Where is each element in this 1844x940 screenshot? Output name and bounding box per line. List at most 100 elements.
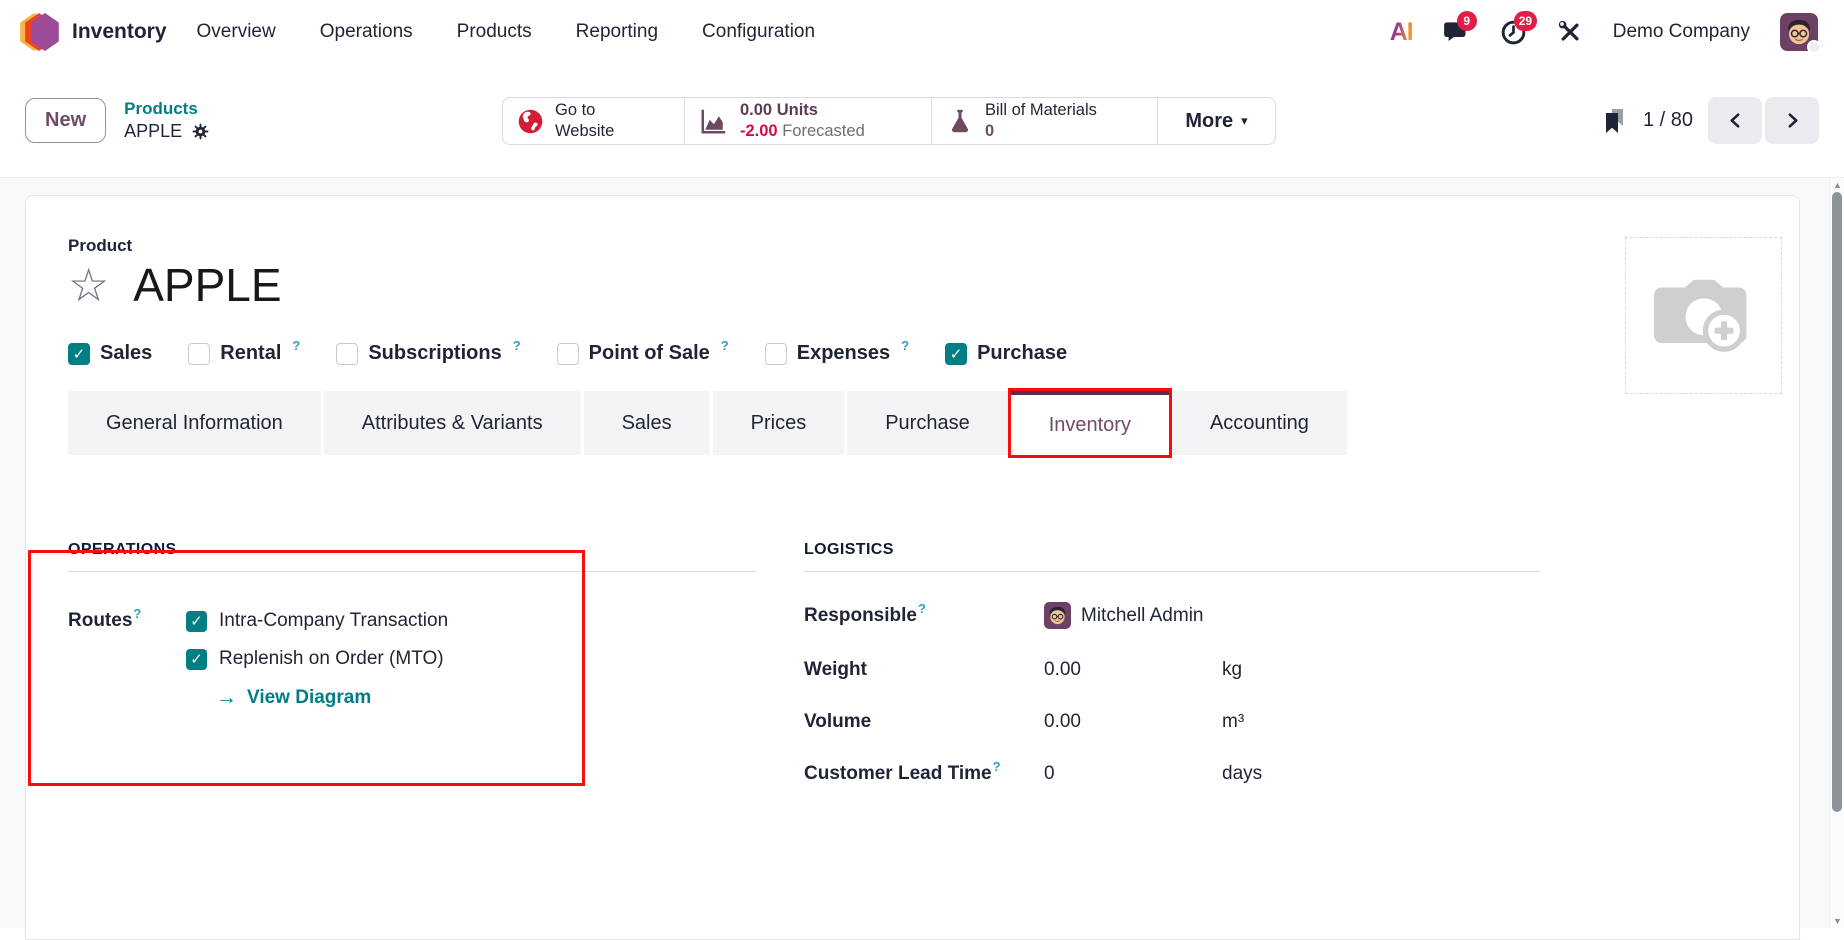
weight-input[interactable]: 0.00 <box>1044 659 1222 681</box>
checkbox-sales[interactable]: ✓ Sales <box>68 342 152 365</box>
go-to-website-button[interactable]: Go to Website <box>503 98 685 144</box>
help-icon[interactable]: ? <box>292 338 300 353</box>
checkbox-unchecked-icon <box>557 343 579 365</box>
tab-purchase[interactable]: Purchase <box>847 391 1008 455</box>
go-to-website-line1: Go to <box>555 100 614 121</box>
routes-field-label: Routes? <box>68 610 186 710</box>
checkbox-expenses[interactable]: Expenses ? <box>765 342 909 365</box>
tab-inventory[interactable]: Inventory <box>1011 391 1169 455</box>
logistics-title: LOGISTICS <box>804 541 1540 572</box>
help-icon[interactable]: ? <box>721 338 729 353</box>
record-type-label: Product <box>68 236 1757 256</box>
pager: 1 / 80 <box>1602 97 1819 144</box>
checkbox-expenses-label: Expenses <box>797 342 890 365</box>
messages-icon[interactable]: 9 <box>1443 19 1470 46</box>
checkbox-subscriptions-label: Subscriptions <box>368 342 501 365</box>
user-avatar[interactable] <box>1780 13 1818 51</box>
help-icon[interactable]: ? <box>901 338 909 353</box>
view-diagram-link[interactable]: → View Diagram <box>216 686 448 710</box>
ai-assistant-icon[interactable]: AI <box>1390 18 1413 47</box>
help-icon[interactable]: ? <box>918 601 926 616</box>
activities-icon[interactable]: 29 <box>1500 19 1527 46</box>
menu-reporting[interactable]: Reporting <box>576 21 658 43</box>
globe-icon <box>517 108 544 135</box>
responsible-label: Responsible? <box>804 605 1044 627</box>
checkbox-purchase-label: Purchase <box>977 342 1067 365</box>
checkbox-point-of-sale[interactable]: Point of Sale ? <box>557 342 729 365</box>
caret-down-icon: ▾ <box>1241 113 1248 129</box>
weight-label: Weight <box>804 659 1044 681</box>
product-image-upload[interactable] <box>1625 237 1782 394</box>
app-switcher[interactable]: Inventory <box>18 10 197 54</box>
menu-operations[interactable]: Operations <box>320 21 413 43</box>
checkbox-unchecked-icon <box>765 343 787 365</box>
actions-gear-icon[interactable] <box>191 122 210 141</box>
customer-lead-time-input[interactable]: 0 <box>1044 763 1222 785</box>
pager-next-button[interactable] <box>1765 97 1819 144</box>
tab-sales[interactable]: Sales <box>584 391 710 455</box>
new-button[interactable]: New <box>25 98 106 143</box>
camera-plus-icon <box>1650 272 1758 360</box>
volume-unit: m³ <box>1222 711 1540 733</box>
tab-prices[interactable]: Prices <box>713 391 845 455</box>
weight-row: Weight 0.00 kg <box>804 659 1540 681</box>
route-intra-company[interactable]: ✓ Intra-Company Transaction <box>186 610 448 632</box>
go-to-website-line2: Website <box>555 121 614 142</box>
bookmark-icon[interactable] <box>1602 107 1628 135</box>
menu-configuration[interactable]: Configuration <box>702 21 815 43</box>
checkbox-sales-label: Sales <box>100 342 152 365</box>
breadcrumb-products-link[interactable]: Products <box>124 98 210 120</box>
scroll-down-icon[interactable]: ▼ <box>1830 916 1844 926</box>
control-panel: New Products APPLE <box>0 64 1844 178</box>
tab-attributes-variants[interactable]: Attributes & Variants <box>324 391 581 455</box>
checkbox-point-of-sale-label: Point of Sale <box>589 342 710 365</box>
breadcrumb: Products APPLE <box>124 98 210 143</box>
product-name-input[interactable]: APPLE <box>133 258 281 312</box>
chevron-right-icon <box>1784 112 1801 129</box>
tab-general-information[interactable]: General Information <box>68 391 321 455</box>
route-replenish-mto[interactable]: ✓ Replenish on Order (MTO) <box>186 648 448 670</box>
main-menu: Overview Operations Products Reporting C… <box>197 21 816 43</box>
systray: AI 9 29 Demo Company <box>1390 13 1818 51</box>
vertical-scrollbar[interactable]: ▲ ▼ <box>1829 178 1844 928</box>
favorite-star-icon[interactable]: ☆ <box>68 262 109 308</box>
chevron-left-icon <box>1727 112 1744 129</box>
app-title: Inventory <box>72 20 167 44</box>
menu-overview[interactable]: Overview <box>197 21 276 43</box>
volume-label: Volume <box>804 711 1044 733</box>
scrollbar-thumb[interactable] <box>1832 192 1842 812</box>
view-diagram-label: View Diagram <box>247 687 371 709</box>
menu-products[interactable]: Products <box>457 21 532 43</box>
help-icon[interactable]: ? <box>133 606 141 621</box>
checkbox-checked-icon: ✓ <box>186 611 207 632</box>
responsible-avatar <box>1044 602 1071 629</box>
forecasted-units-button[interactable]: 0.00 Units -2.00 Forecasted <box>685 98 932 144</box>
company-selector[interactable]: Demo Company <box>1613 21 1750 43</box>
responsible-field[interactable]: Mitchell Admin <box>1044 602 1540 629</box>
debug-tools-icon[interactable] <box>1557 19 1583 45</box>
breadcrumb-current-record: APPLE <box>124 120 182 143</box>
product-form-sheet: Product ☆ APPLE ✓ Sales Rental ? Subscri… <box>25 195 1800 940</box>
volume-input[interactable]: 0.00 <box>1044 711 1222 733</box>
checkbox-rental[interactable]: Rental ? <box>188 342 300 365</box>
checkbox-unchecked-icon <box>336 343 358 365</box>
help-icon[interactable]: ? <box>993 759 1001 774</box>
responsible-value: Mitchell Admin <box>1081 605 1204 627</box>
pager-previous-button[interactable] <box>1708 97 1762 144</box>
route-intra-company-label: Intra-Company Transaction <box>219 610 448 632</box>
checkbox-purchase[interactable]: ✓ Purchase <box>945 342 1067 365</box>
activities-badge: 29 <box>1514 11 1537 31</box>
tab-accounting[interactable]: Accounting <box>1172 391 1347 455</box>
customer-lead-time-row: Customer Lead Time? 0 days <box>804 763 1540 785</box>
arrow-right-icon: → <box>216 686 237 710</box>
operations-section: OPERATIONS Routes? ✓ Intra-Company Trans… <box>68 541 756 785</box>
help-icon[interactable]: ? <box>513 338 521 353</box>
checkbox-checked-icon: ✓ <box>68 343 90 365</box>
checkbox-subscriptions[interactable]: Subscriptions ? <box>336 342 520 365</box>
notebook-tabs: General Information Attributes & Variant… <box>68 391 1757 455</box>
bill-of-materials-button[interactable]: Bill of Materials 0 <box>932 98 1158 144</box>
more-dropdown[interactable]: More ▾ <box>1158 98 1275 144</box>
forecasted-label: Forecasted <box>782 122 865 140</box>
scroll-up-icon[interactable]: ▲ <box>1830 180 1844 190</box>
weight-unit: kg <box>1222 659 1540 681</box>
